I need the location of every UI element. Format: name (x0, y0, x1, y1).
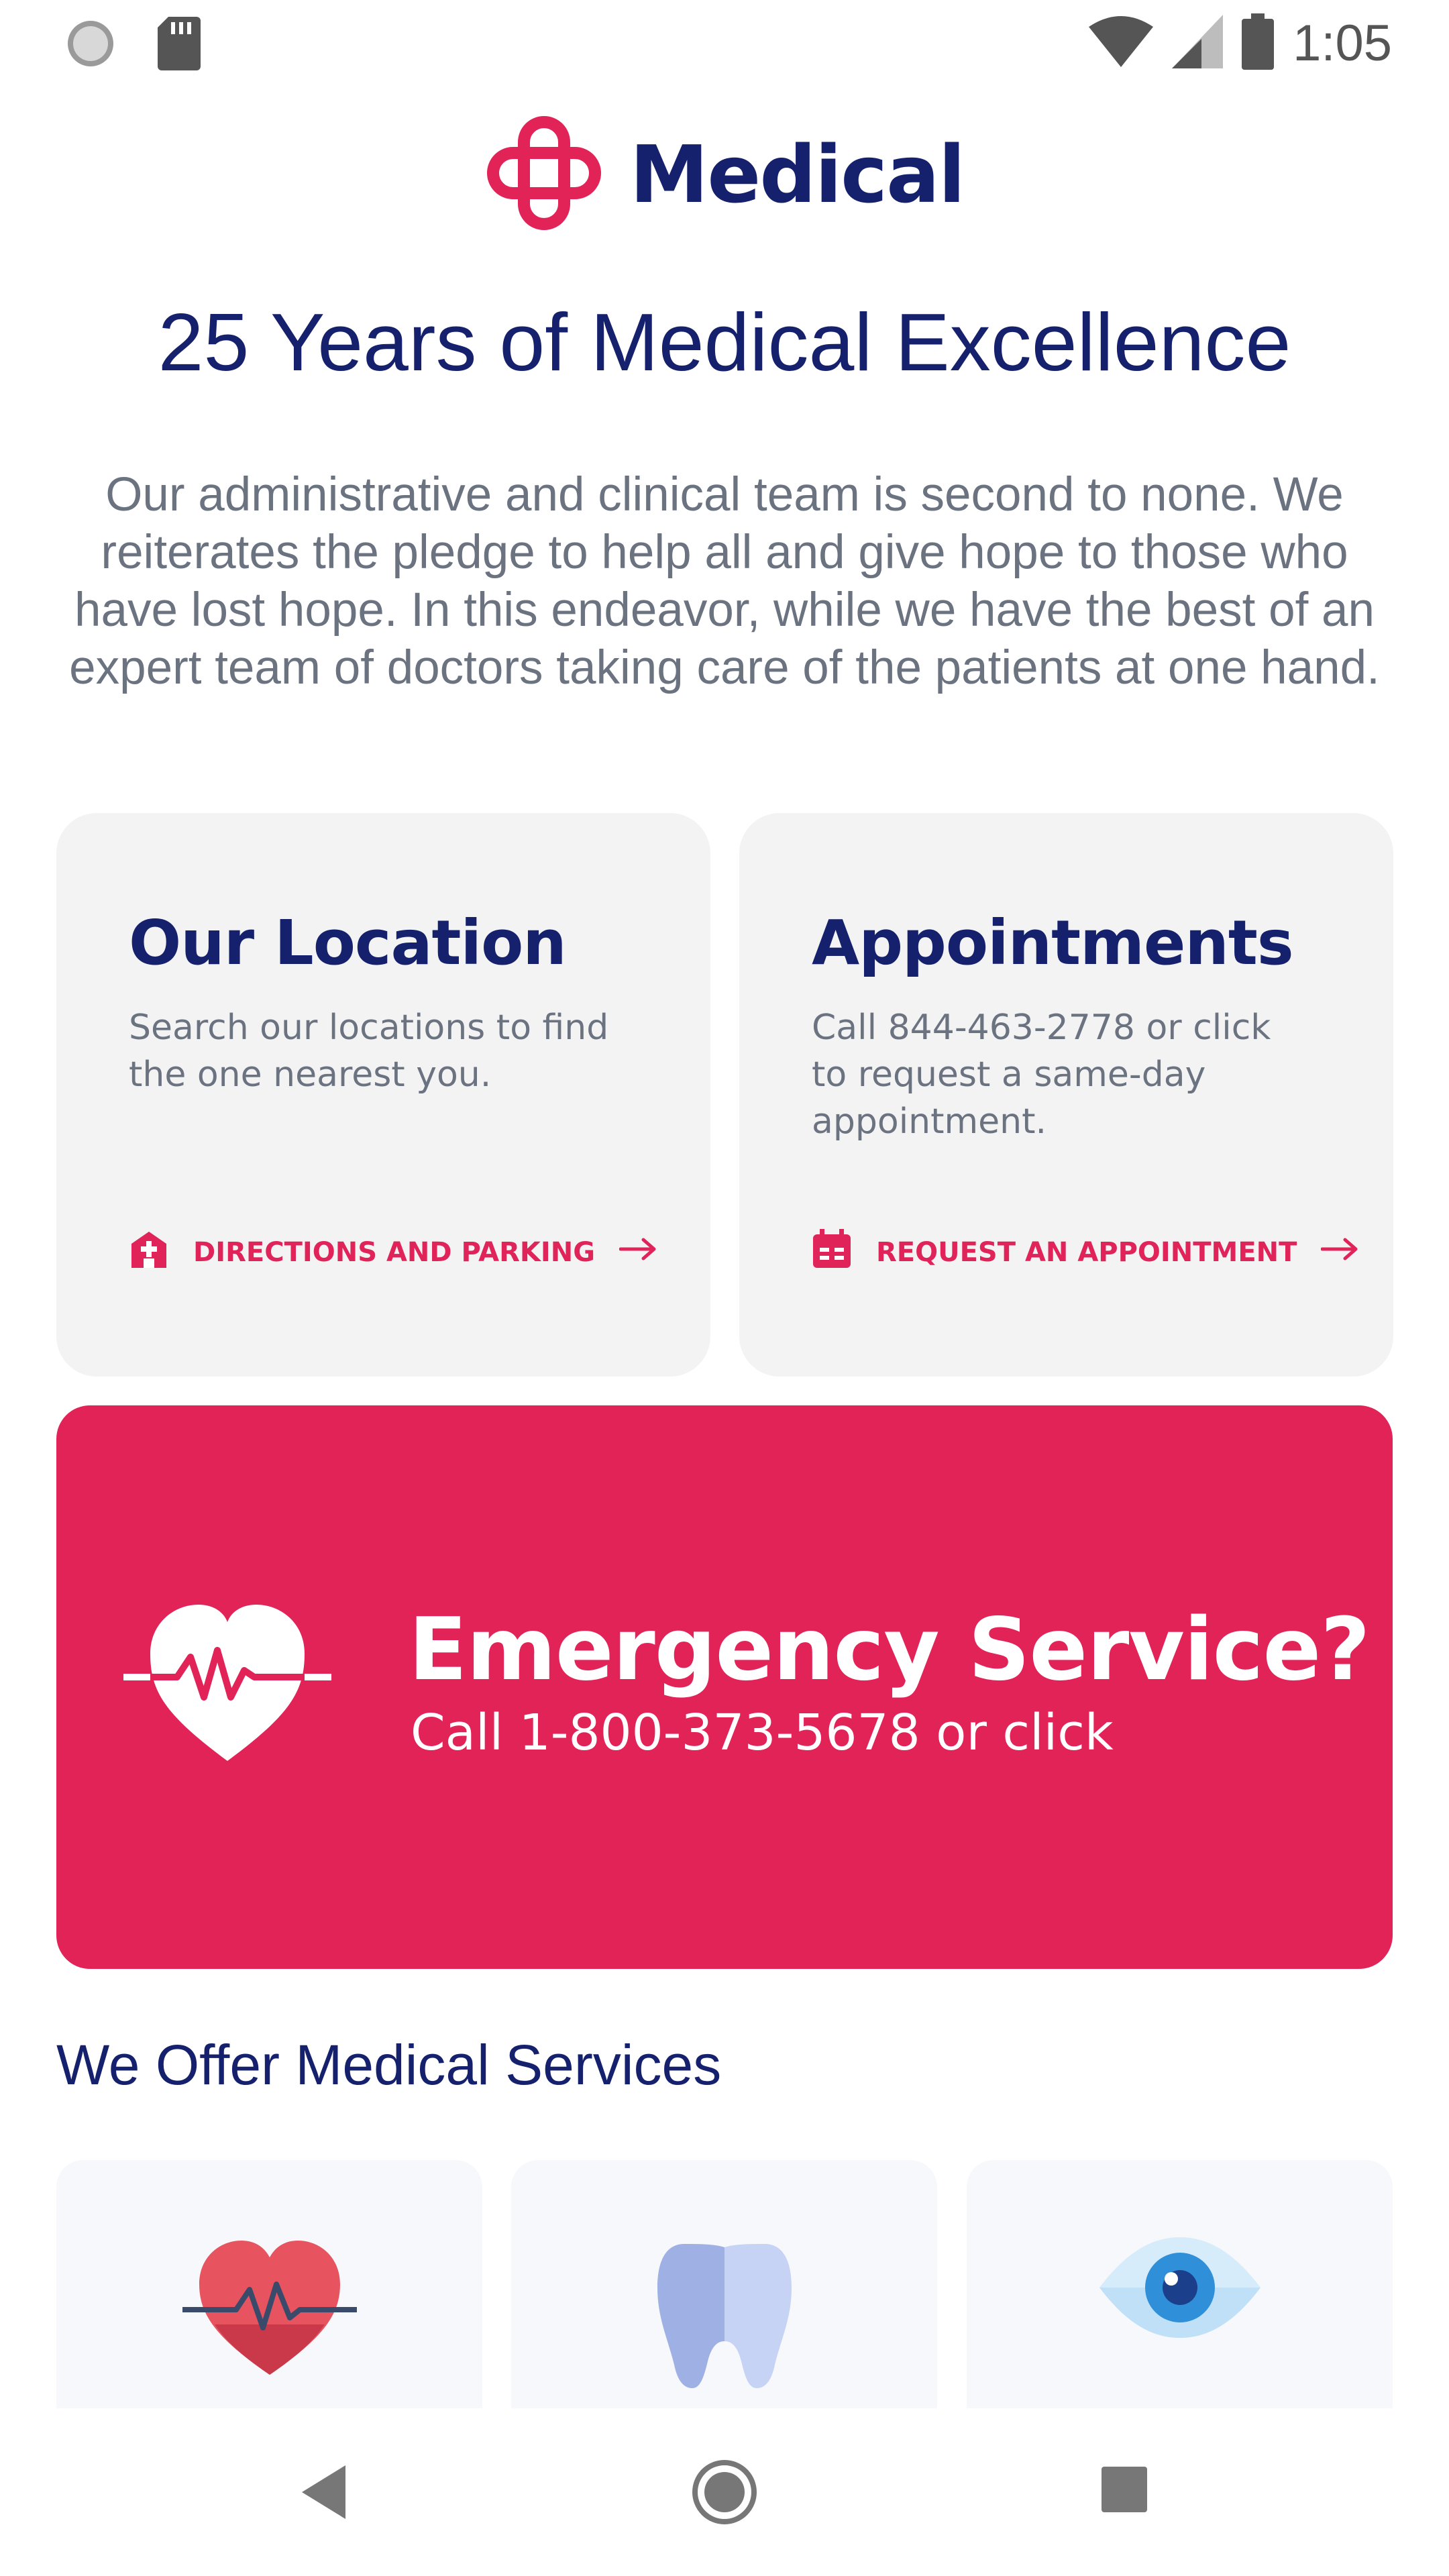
location-card-title: Our Location (129, 907, 567, 979)
appointments-card: Appointments Call 844-463-2778 or click … (739, 813, 1393, 1377)
services-heading: We Offer Medical Services (56, 2033, 722, 2096)
appointments-card-title: Appointments (812, 907, 1294, 979)
emergency-service-banner[interactable]: Emergency Service? Call 1-800-373-5678 o… (56, 1405, 1393, 1969)
heart-icon (182, 2241, 357, 2375)
tooth-icon (657, 2244, 792, 2388)
system-navigation-bar (0, 2408, 1449, 2576)
service-card-eye-care[interactable] (967, 2160, 1393, 2408)
page-title: 25 Years of Medical Excellence (158, 297, 1291, 388)
directions-and-parking-label: DIRECTIONS AND PARKING (193, 1237, 596, 1268)
appointments-card-description: Call 844-463-2778 or click to request a … (812, 1008, 1271, 1142)
request-appointment-link[interactable]: REQUEST AN APPOINTMENT (812, 1229, 1360, 1276)
location-card: Our Location Search our locations to fin… (56, 813, 710, 1377)
app-logo[interactable]: Medical (0, 114, 1449, 235)
recents-icon[interactable] (1100, 2465, 1148, 2516)
status-bar: 1:05 (0, 0, 1449, 87)
heartbeat-icon (123, 1597, 331, 1767)
eye-icon (1099, 2237, 1260, 2338)
status-right-icons: 1:05 (1089, 13, 1392, 72)
battery-icon (1242, 13, 1275, 72)
sd-card-icon (158, 17, 201, 73)
service-card-cardiology[interactable] (56, 2160, 482, 2408)
hospital-icon (129, 1229, 169, 1276)
directions-and-parking-link[interactable]: DIRECTIONS AND PARKING (129, 1229, 658, 1276)
status-left-icons (64, 17, 201, 73)
logo-text: Medical (629, 128, 965, 221)
signal-icon (1172, 15, 1224, 71)
location-card-description: Search our locations to find the one nea… (129, 1008, 609, 1095)
home-icon[interactable] (691, 2459, 758, 2528)
arrow-right-icon (1320, 1236, 1360, 1269)
medical-cross-icon (485, 114, 603, 235)
request-appointment-label: REQUEST AN APPOINTMENT (876, 1237, 1297, 1268)
status-time: 1:05 (1293, 14, 1392, 72)
back-icon[interactable] (299, 2462, 352, 2525)
wifi-icon (1089, 15, 1154, 71)
emergency-title: Emergency Service? (409, 1600, 1371, 1700)
service-card-dental[interactable] (511, 2160, 937, 2408)
intro-paragraph: Our administrative and clinical team is … (69, 468, 1380, 694)
circle-icon (64, 17, 117, 73)
arrow-right-icon (619, 1236, 658, 1269)
emergency-subtitle: Call 1-800-373-5678 or click (411, 1704, 1114, 1762)
calendar-icon (812, 1229, 852, 1276)
